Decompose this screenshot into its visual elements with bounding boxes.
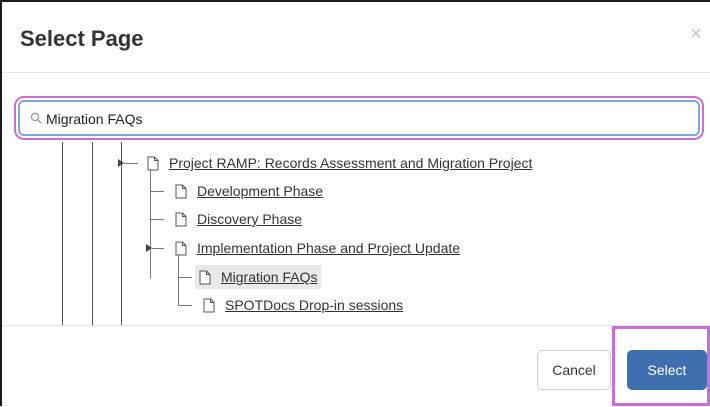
tree-connector	[150, 219, 164, 220]
search-box	[18, 100, 700, 136]
tree-connector	[124, 163, 138, 164]
dialog-title: Select Page	[20, 26, 144, 51]
dialog-header: Select Page ×	[2, 2, 710, 73]
expand-toggle-icon[interactable]	[118, 159, 124, 167]
tree-connector	[152, 248, 164, 249]
tree-guide-line	[92, 142, 93, 326]
tree-connector	[178, 305, 192, 306]
cancel-button[interactable]: Cancel	[537, 350, 611, 390]
page-icon	[147, 156, 159, 170]
tree-item-label[interactable]: Development Phase	[197, 183, 323, 199]
tree-guide-line	[121, 142, 122, 326]
tree-item[interactable]: Development Phase	[175, 179, 323, 203]
page-icon	[175, 184, 187, 198]
tree-item-label[interactable]: Project RAMP: Records Assessment and Mig…	[169, 155, 532, 171]
tree-item[interactable]: Project RAMP: Records Assessment and Mig…	[147, 151, 532, 175]
search-icon	[30, 112, 42, 124]
search-input[interactable]	[46, 108, 666, 130]
tree-connector	[178, 277, 192, 278]
tree-item-label[interactable]: Migration FAQs	[221, 269, 317, 285]
expand-toggle-icon[interactable]	[146, 244, 152, 252]
page-icon	[175, 241, 187, 255]
tree-item-label[interactable]: SPOTDocs Drop-in sessions	[225, 297, 403, 313]
tree-item[interactable]: Implementation Phase and Project Update	[175, 236, 460, 260]
tree-guide-line	[62, 142, 63, 326]
search-highlight	[14, 96, 704, 140]
tree-connector	[150, 168, 151, 278]
tree-connector	[150, 191, 164, 192]
tree-connector	[178, 252, 179, 306]
tree-item-label[interactable]: Discovery Phase	[197, 211, 302, 227]
page-icon	[199, 270, 211, 284]
close-icon[interactable]: ×	[690, 24, 702, 44]
page-tree[interactable]: Project RAMP: Records Assessment and Mig…	[2, 142, 710, 326]
page-icon	[203, 298, 215, 312]
tree-item[interactable]: SPOTDocs Drop-in sessions	[203, 293, 403, 317]
select-button[interactable]: Select	[627, 350, 707, 390]
page-icon	[175, 212, 187, 226]
dialog-footer: Cancel Select	[2, 325, 710, 407]
tree-item-label[interactable]: Implementation Phase and Project Update	[197, 240, 460, 256]
tree-item[interactable]: Discovery Phase	[175, 207, 302, 231]
tree-item-selected[interactable]: Migration FAQs	[195, 265, 322, 289]
